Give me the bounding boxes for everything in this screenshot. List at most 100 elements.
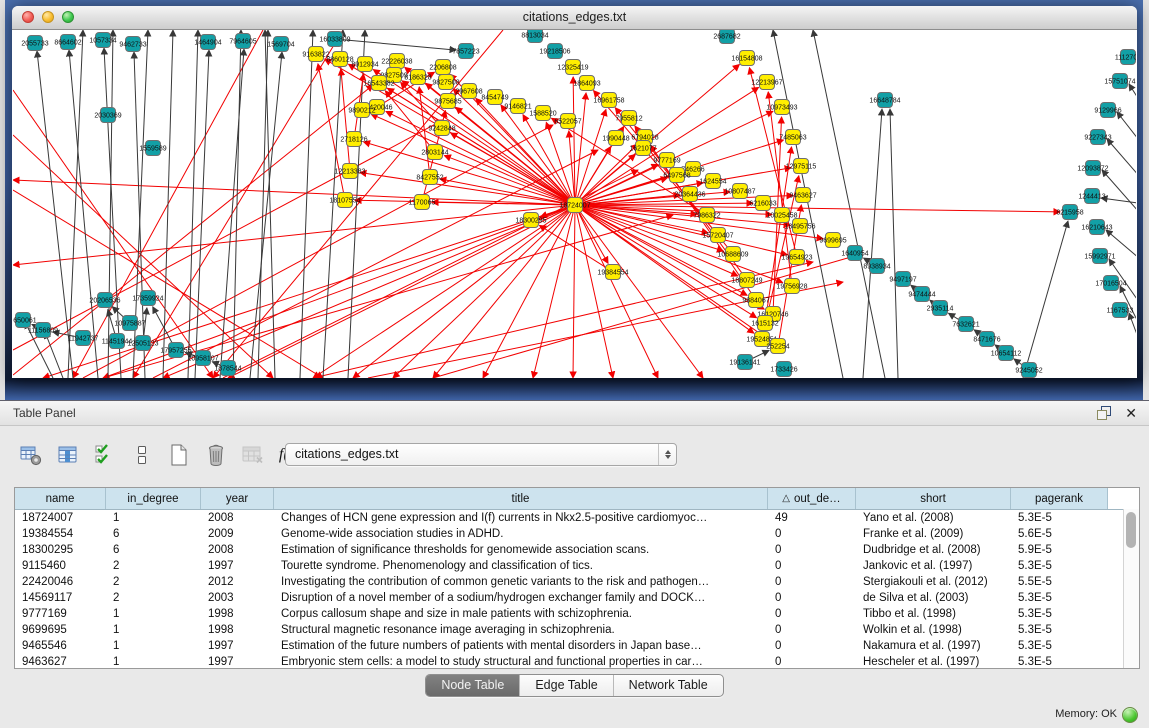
graph-node[interactable]: 8427552	[416, 170, 443, 185]
graph-node[interactable]: 1244413	[1078, 189, 1105, 204]
network-table-select[interactable]: citations_edges.txt	[285, 443, 677, 466]
graph-edge[interactable]	[153, 150, 598, 378]
table-row[interactable]: 1830029562008Estimation of significance …	[15, 542, 1139, 558]
column-header-out_de[interactable]: △out_de…	[768, 488, 856, 509]
graph-node[interactable]: 1588520	[529, 106, 556, 121]
graph-edge[interactable]	[68, 30, 83, 378]
graph-edge[interactable]	[13, 85, 373, 375]
column-header-short[interactable]: short	[856, 488, 1011, 509]
graph-edge[interactable]	[576, 93, 586, 197]
network-view-window[interactable]: citations_edges.txt 18724007916382288601…	[12, 6, 1137, 378]
table-row[interactable]: 2242004622012Investigating the contribut…	[15, 574, 1139, 590]
graph-node[interactable]: 1990448	[602, 131, 629, 146]
graph-edge[interactable]	[163, 205, 575, 378]
graph-node[interactable]: 10688609	[717, 247, 748, 262]
graph-node[interactable]: 9699695	[819, 233, 846, 248]
graph-edge[interactable]	[265, 30, 275, 378]
graph-node[interactable]: 16154808	[731, 51, 762, 66]
column-header-title[interactable]: title	[274, 488, 768, 509]
tab-node-table[interactable]: Node Table	[426, 675, 519, 696]
tab-network-table[interactable]: Network Table	[613, 675, 723, 696]
graph-node[interactable]: 1624554	[699, 174, 726, 189]
graph-edge[interactable]	[188, 30, 198, 378]
column-header-name[interactable]: name	[15, 488, 106, 509]
graph-node[interactable]: 7964605	[229, 34, 256, 49]
graph-node[interactable]: 8215958	[1056, 205, 1083, 220]
graph-node[interactable]: 1569704	[267, 37, 294, 52]
table-row[interactable]: 946362711997Embryonic stem cells: a mode…	[15, 654, 1139, 669]
graph-edge[interactable]	[1120, 286, 1136, 352]
graph-node[interactable]: 8471676	[973, 332, 1000, 347]
table-row[interactable]: 977716911998Corpus callosum shape and si…	[15, 606, 1139, 622]
graph-node[interactable]: 6522057	[554, 114, 581, 129]
graph-node[interactable]: 9227343	[1084, 130, 1111, 145]
graph-edge[interactable]	[300, 30, 313, 378]
table-row[interactable]: 1872400712008Changes of HCN gene express…	[15, 510, 1139, 526]
graph-edge[interactable]	[583, 192, 730, 204]
graph-edge[interactable]	[949, 313, 960, 320]
window-titlebar[interactable]: citations_edges.txt	[12, 6, 1137, 30]
graph-node[interactable]: 7632621	[952, 317, 979, 332]
graph-node[interactable]: 8813034	[521, 30, 548, 43]
graph-edge[interactable]	[752, 350, 769, 358]
table-row[interactable]: 1938455462009Genome-wide association stu…	[15, 526, 1139, 542]
graph-edge[interactable]	[343, 40, 456, 50]
graph-node[interactable]: 19756928	[776, 279, 807, 294]
graph-edge[interactable]	[539, 225, 606, 267]
graph-edge[interactable]	[1023, 221, 1068, 378]
show-columns-icon[interactable]	[55, 442, 81, 468]
graph-node[interactable]: 9497197	[889, 272, 916, 287]
graph-edge[interactable]	[573, 205, 575, 378]
graph-node[interactable]: 2055733	[21, 36, 48, 51]
graph-edge[interactable]	[577, 110, 605, 198]
graph-node[interactable]: 2718126	[340, 132, 367, 147]
graph-node[interactable]: 16033809	[319, 32, 350, 47]
graph-node[interactable]: 12093872	[1077, 161, 1108, 176]
graph-node[interactable]: 8664602	[54, 35, 81, 50]
graph-edge[interactable]	[768, 92, 791, 278]
graph-edge[interactable]	[573, 77, 575, 197]
table-row[interactable]: 1456911722003Disruption of a novel membe…	[15, 590, 1139, 606]
graph-node[interactable]: 10654112	[991, 346, 1022, 361]
row-options-icon[interactable]	[129, 442, 155, 468]
graph-edge[interactable]	[863, 109, 882, 378]
graph-edge[interactable]	[451, 133, 568, 201]
create-column-icon[interactable]	[166, 442, 192, 468]
graph-node[interactable]: 1112704	[1115, 50, 1136, 65]
graph-node[interactable]: 12325419	[557, 60, 588, 75]
network-canvas-svg[interactable]: 1872400791638228860128891293422226038982…	[13, 30, 1136, 378]
graph-node[interactable]: 16961758	[593, 93, 624, 108]
graph-node[interactable]: 9474444	[908, 287, 935, 302]
graph-edge[interactable]	[341, 69, 349, 163]
graph-edge[interactable]	[1129, 84, 1136, 122]
vertical-scrollbar[interactable]	[1123, 509, 1139, 668]
graph-edge[interactable]	[353, 205, 575, 378]
graph-node[interactable]: 1170065	[409, 195, 436, 210]
graph-node[interactable]: 1864093	[573, 76, 600, 91]
graph-node[interactable]: 9129966	[1094, 103, 1121, 118]
graph-edge[interactable]	[220, 49, 244, 378]
graph-edge[interactable]	[1106, 230, 1136, 270]
graph-node[interactable]: 7485063	[779, 130, 806, 145]
graph-edge[interactable]	[195, 50, 209, 378]
graph-node[interactable]: 9462733	[119, 37, 146, 52]
graph-node[interactable]: 2030369	[94, 108, 121, 123]
graph-edge[interactable]	[546, 122, 572, 197]
graph-edge[interactable]	[153, 307, 172, 343]
graph-node[interactable]: 1464904	[194, 35, 221, 50]
scrollbar-thumb[interactable]	[1126, 512, 1136, 548]
column-header-year[interactable]: year	[201, 488, 274, 509]
select-all-icon[interactable]	[92, 442, 118, 468]
graph-node[interactable]: 8912934	[351, 57, 378, 72]
graph-node[interactable]: 10807487	[724, 184, 755, 199]
table-row[interactable]: 969969511998Structural magnetic resonanc…	[15, 622, 1139, 638]
delete-table-icon[interactable]	[240, 442, 266, 468]
graph-node[interactable]: 8860128	[326, 52, 353, 67]
graph-edge[interactable]	[1117, 112, 1136, 158]
graph-node[interactable]: 19384554	[597, 265, 628, 280]
network-canvas[interactable]: 1872400791638228860128891293422226038982…	[13, 30, 1136, 378]
graph-node[interactable]: 22226038	[381, 54, 412, 69]
graph-node[interactable]: 9245052	[1015, 363, 1042, 378]
graph-edge[interactable]	[69, 50, 98, 378]
graph-edge[interactable]	[45, 332, 63, 378]
